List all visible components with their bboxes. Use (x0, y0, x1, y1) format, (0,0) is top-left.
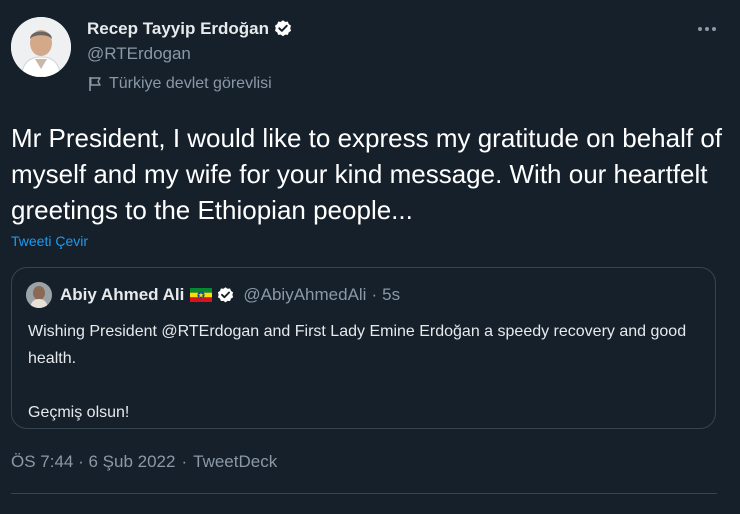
tweet-meta: ÖS 7:44 · 6 Şub 2022 · TweetDeck (11, 452, 277, 472)
flag-icon (87, 76, 103, 92)
verified-badge-icon (273, 19, 293, 39)
quoted-author-handle[interactable]: @AbiyAhmedAli (243, 285, 366, 305)
quoted-tweet-header: Abiy Ahmed Ali @AbiyAhmedAli · 5s (26, 282, 400, 308)
divider (11, 493, 717, 494)
tweet-source[interactable]: TweetDeck (193, 452, 277, 472)
separator-dot: · (181, 452, 188, 471)
quoted-tweet-time[interactable]: 5s (382, 285, 400, 305)
author-handle[interactable]: @RTErdogan (87, 44, 191, 64)
ethiopia-flag-icon (190, 288, 213, 302)
more-options-icon[interactable] (696, 18, 718, 40)
account-label-text: Türkiye devlet görevlisi (109, 75, 272, 92)
quoted-author-avatar[interactable] (26, 282, 52, 308)
tweet-text: Mr President, I would like to express my… (11, 123, 723, 225)
quoted-tweet[interactable]: Abiy Ahmed Ali @AbiyAhmedAli · 5s Wishin… (11, 267, 716, 429)
separator-dot: · (371, 285, 378, 304)
tweet[interactable]: Recep Tayyip Erdoğan @RTErdogan Türkiye … (0, 0, 740, 514)
quoted-tweet-text: Wishing President @RTErdogan and First L… (28, 318, 708, 426)
verified-badge-icon (216, 286, 235, 305)
author-avatar[interactable] (11, 17, 71, 77)
author-display-name[interactable]: Recep Tayyip Erdoğan (87, 19, 269, 39)
quoted-tweet-line: Wishing President @RTErdogan and First L… (28, 323, 687, 367)
translate-link[interactable]: Tweeti Çevir (11, 233, 88, 249)
tweet-timestamp[interactable]: ÖS 7:44 · 6 Şub 2022 (11, 452, 175, 472)
account-label[interactable]: Türkiye devlet görevlisi (87, 75, 272, 93)
quoted-author-name[interactable]: Abiy Ahmed Ali (60, 285, 184, 305)
quoted-tweet-line: Geçmiş olsun! (28, 404, 130, 421)
author-name-row[interactable]: Recep Tayyip Erdoğan (87, 18, 293, 40)
